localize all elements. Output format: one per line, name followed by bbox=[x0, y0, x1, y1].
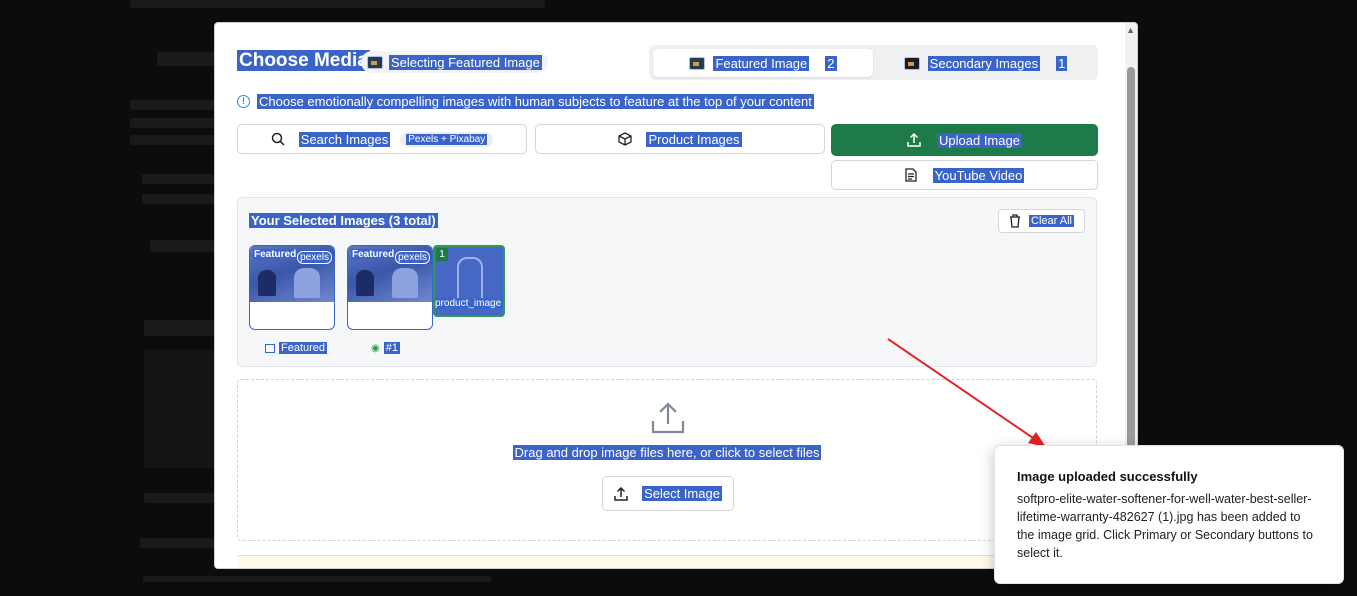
trash-icon bbox=[1010, 214, 1021, 228]
featured-tag: Featured bbox=[253, 249, 298, 260]
upload-success-toast: Image uploaded successfully softpro-elit… bbox=[994, 445, 1344, 584]
image-icon bbox=[689, 56, 706, 70]
thumb-caption: ◉ #1 bbox=[371, 342, 400, 354]
document-icon bbox=[904, 168, 917, 182]
upload-icon bbox=[907, 133, 921, 147]
sources-pill: Pexels + Pixabay bbox=[400, 131, 494, 147]
camera-icon bbox=[903, 56, 920, 70]
source-tag: pexels bbox=[297, 251, 332, 264]
tab-count: 1 bbox=[1056, 55, 1068, 71]
hint-text: ! Choose emotionally compelling images w… bbox=[237, 94, 814, 109]
search-icon bbox=[271, 132, 285, 146]
tab-featured-image[interactable]: Featured Image 2 bbox=[653, 49, 873, 77]
image-type-tabs: Featured Image 2 Secondary Images 1 bbox=[649, 45, 1098, 80]
annotation-arrow bbox=[887, 338, 1046, 447]
modal-title: Choose Media bbox=[237, 50, 370, 71]
image-icon bbox=[265, 343, 275, 353]
selected-images-title: Your Selected Images (3 total) bbox=[249, 213, 438, 228]
box-icon bbox=[618, 132, 633, 146]
selected-image-thumb[interactable]: Featured pexels bbox=[249, 245, 335, 330]
selecting-badge: Selecting Featured Image bbox=[361, 51, 548, 73]
product-images-button[interactable]: Product Images bbox=[535, 124, 825, 154]
scroll-up-arrow-icon[interactable]: ▲ bbox=[1126, 25, 1135, 35]
upload-icon bbox=[651, 402, 685, 434]
tab-count: 2 bbox=[825, 55, 837, 71]
featured-tag: Featured bbox=[351, 249, 396, 260]
selected-image-thumb[interactable]: Featured pexels bbox=[347, 245, 433, 330]
camera-icon: ◉ bbox=[371, 342, 380, 354]
notice-bar bbox=[237, 555, 1117, 568]
source-tag: pexels bbox=[395, 251, 430, 264]
upload-image-button[interactable]: Upload Image bbox=[831, 124, 1098, 156]
search-images-button[interactable]: Search Images Pexels + Pixabay bbox=[237, 124, 527, 154]
thumb-caption: Featured bbox=[265, 342, 328, 354]
scroll-thumb[interactable] bbox=[1127, 67, 1135, 447]
info-icon: ! bbox=[237, 95, 250, 108]
upload-icon bbox=[614, 486, 628, 501]
product-image-thumb[interactable]: 1 product_image bbox=[433, 245, 505, 317]
product-image-label: product_image bbox=[435, 298, 503, 309]
clear-all-button[interactable]: Clear All bbox=[998, 209, 1085, 233]
youtube-video-button[interactable]: YouTube Video bbox=[831, 160, 1098, 190]
toast-message: softpro-elite-water-softener-for-well-wa… bbox=[1017, 492, 1313, 560]
tab-secondary-images[interactable]: Secondary Images 1 bbox=[877, 49, 1094, 77]
toast-title: Image uploaded successfully bbox=[1017, 469, 1198, 484]
image-icon bbox=[367, 55, 383, 69]
position-badge: 1 bbox=[436, 248, 448, 261]
select-image-button[interactable]: Select Image bbox=[602, 476, 734, 511]
